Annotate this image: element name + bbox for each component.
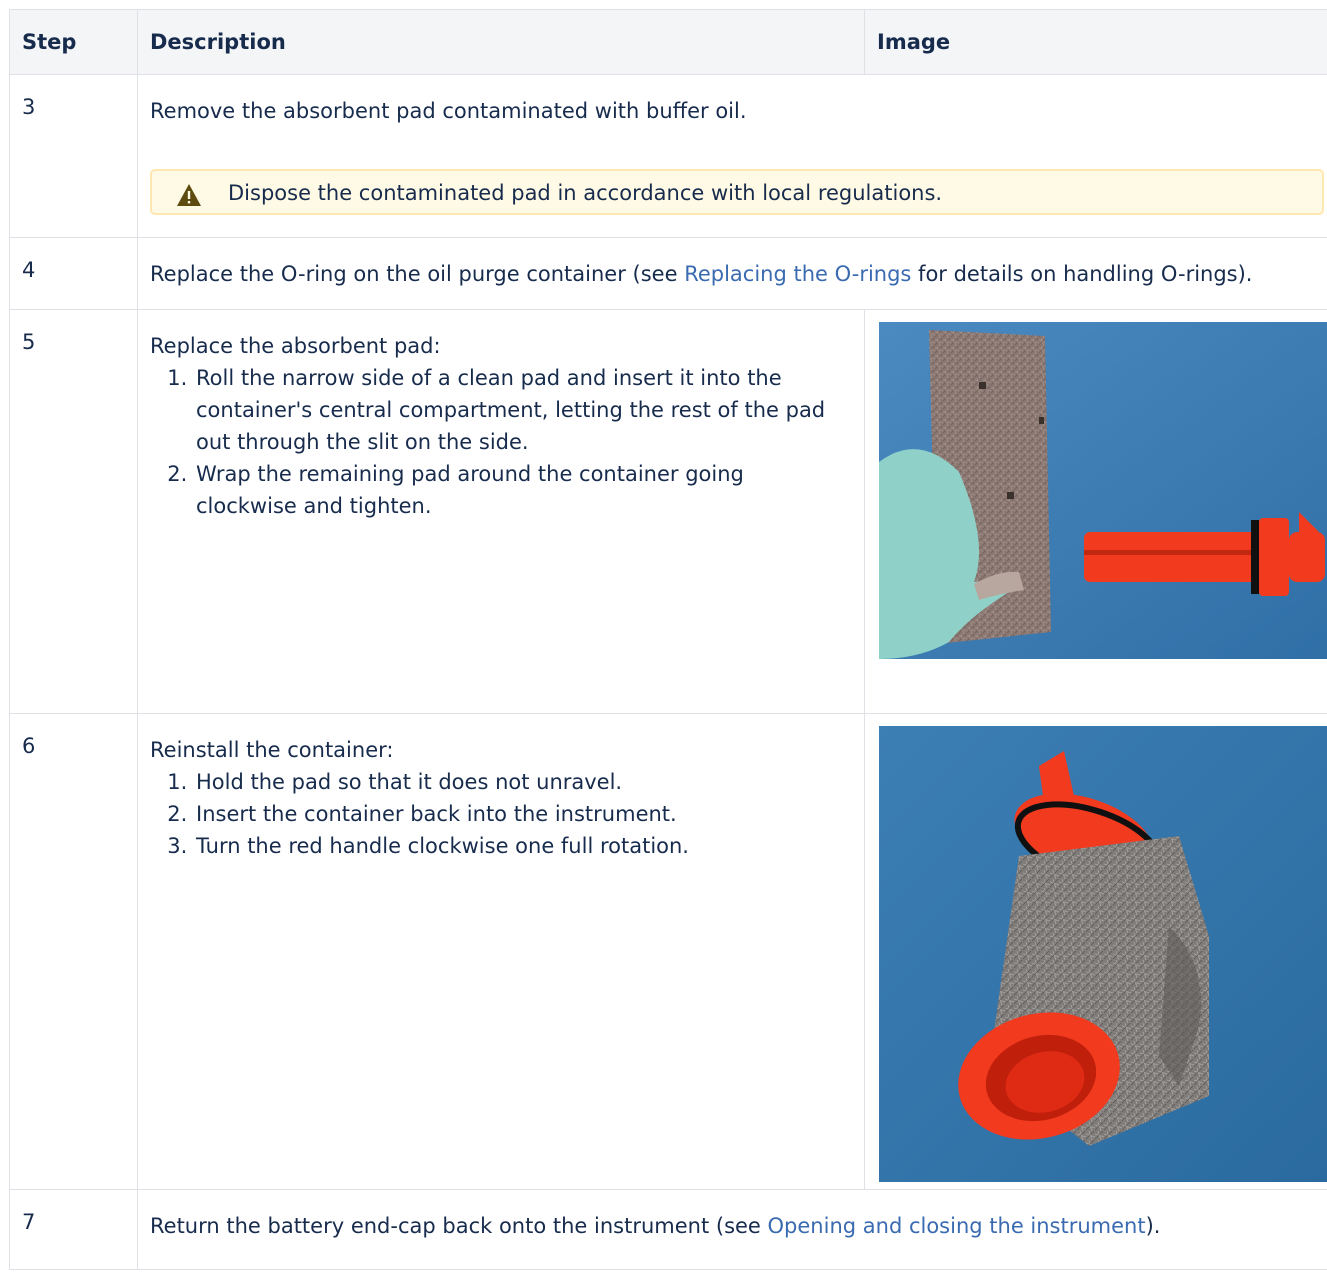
page: Step Description Image 3 Remove the abso…	[0, 0, 1327, 1274]
step-image-cell	[864, 309, 1327, 714]
substep-list: Roll the narrow side of a clean pad and …	[150, 362, 850, 522]
procedure-table: Step Description Image 3 Remove the abso…	[9, 9, 1327, 1270]
substep-list: Hold the pad so that it does not unravel…	[150, 766, 850, 862]
table-header-row: Step Description Image	[9, 9, 1327, 75]
photo-pad-and-container	[879, 322, 1327, 659]
step-text: Remove the absorbent pad contaminated wi…	[150, 99, 747, 123]
link-opening-closing-instrument[interactable]: Opening and closing the instrument	[768, 1214, 1146, 1238]
step-description: Remove the absorbent pad contaminated wi…	[137, 74, 1327, 238]
step-intro: Reinstall the container:	[150, 738, 394, 762]
table-row: 3 Remove the absorbent pad contaminated …	[9, 74, 1327, 238]
table-row: 4 Replace the O-ring on the oil purge co…	[9, 237, 1327, 310]
list-item: Hold the pad so that it does not unravel…	[194, 766, 850, 798]
list-item: Turn the red handle clockwise one full r…	[194, 830, 850, 862]
list-item: Insert the container back into the instr…	[194, 798, 850, 830]
header-step: Step	[9, 9, 138, 75]
step-text-tail: ).	[1145, 1214, 1161, 1238]
step-text: Return the battery end-cap back onto the…	[150, 1214, 768, 1238]
step-text: Replace the O-ring on the oil purge cont…	[150, 262, 685, 286]
link-replacing-o-rings[interactable]: Replacing the O-rings	[684, 262, 911, 286]
header-image: Image	[864, 9, 1327, 75]
table-row: 6 Reinstall the container: Hold the pad …	[9, 713, 1327, 1190]
table-row: 7 Return the battery end-cap back onto t…	[9, 1189, 1327, 1270]
warning-icon	[177, 184, 201, 206]
step-description: Replace the absorbent pad: Roll the narr…	[137, 309, 865, 714]
step-description: Replace the O-ring on the oil purge cont…	[137, 237, 1327, 310]
list-item: Wrap the remaining pad around the contai…	[194, 458, 850, 522]
table-row: 5 Replace the absorbent pad: Roll the na…	[9, 309, 1327, 714]
step-number: 7	[9, 1189, 138, 1270]
list-item: Roll the narrow side of a clean pad and …	[194, 362, 850, 458]
step-image-cell	[864, 713, 1327, 1190]
step-description: Reinstall the container: Hold the pad so…	[137, 713, 865, 1190]
step-number: 3	[9, 74, 138, 238]
step-number: 5	[9, 309, 138, 714]
warning-panel: Dispose the contaminated pad in accordan…	[150, 169, 1324, 215]
step-description: Return the battery end-cap back onto the…	[137, 1189, 1327, 1270]
header-description: Description	[137, 9, 865, 75]
step-intro: Replace the absorbent pad:	[150, 334, 441, 358]
photo-wrapped-container	[879, 726, 1327, 1182]
warning-text: Dispose the contaminated pad in accordan…	[228, 181, 943, 205]
step-number: 6	[9, 713, 138, 1190]
step-text-tail: for details on handling O-rings).	[911, 262, 1253, 286]
step-number: 4	[9, 237, 138, 310]
